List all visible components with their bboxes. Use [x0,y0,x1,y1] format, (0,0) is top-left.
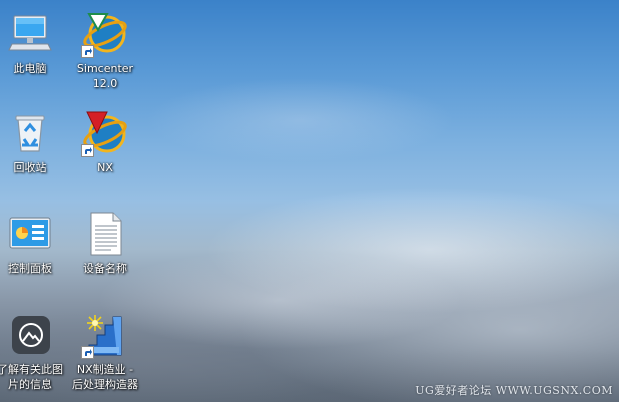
desktop-icon-this-pc[interactable]: 此电脑 [0,10,68,76]
computer-icon [6,10,54,58]
desktop-icon-label: NX [97,161,113,174]
forum-watermark: UG爱好者论坛 WWW.UGSNX.COM [415,384,613,397]
desktop-icon-nx-post-builder[interactable]: NX制造业 - 后处理构造器 [67,311,143,392]
spotlight-camera-icon [6,311,54,359]
desktop-icon-spotlight-info[interactable]: 了解有关此图 片的信息 [0,311,68,392]
desktop-icon-nx[interactable]: NX [67,109,143,175]
desktop-icon-recycle-bin[interactable]: 回收站 [0,109,68,175]
nx-icon [81,109,129,157]
text-document-icon [81,210,129,258]
shortcut-arrow-icon [81,144,94,157]
desktop-icon-label: 设备名称 [83,262,127,275]
desktop-icon-control-panel[interactable]: 控制面板 [0,210,68,276]
desktop-icon-label: Simcenter 12.0 [76,62,134,90]
shortcut-arrow-icon [81,346,94,359]
post-builder-icon [81,311,129,359]
shortcut-arrow-icon [81,45,94,58]
desktop-icon-label: 了解有关此图 片的信息 [0,363,63,391]
simcenter-icon [81,10,129,58]
control-panel-icon [6,210,54,258]
desktop-icon-label: NX制造业 - 后处理构造器 [72,363,138,391]
desktop-icon-label: 控制面板 [8,262,52,275]
desktop-icon-simcenter[interactable]: Simcenter 12.0 [67,10,143,91]
desktop-icon-device-name[interactable]: 设备名称 [67,210,143,276]
desktop-icon-label: 回收站 [13,161,47,174]
desktop-icon-label: 此电脑 [13,62,47,75]
recycle-bin-icon [6,109,54,157]
